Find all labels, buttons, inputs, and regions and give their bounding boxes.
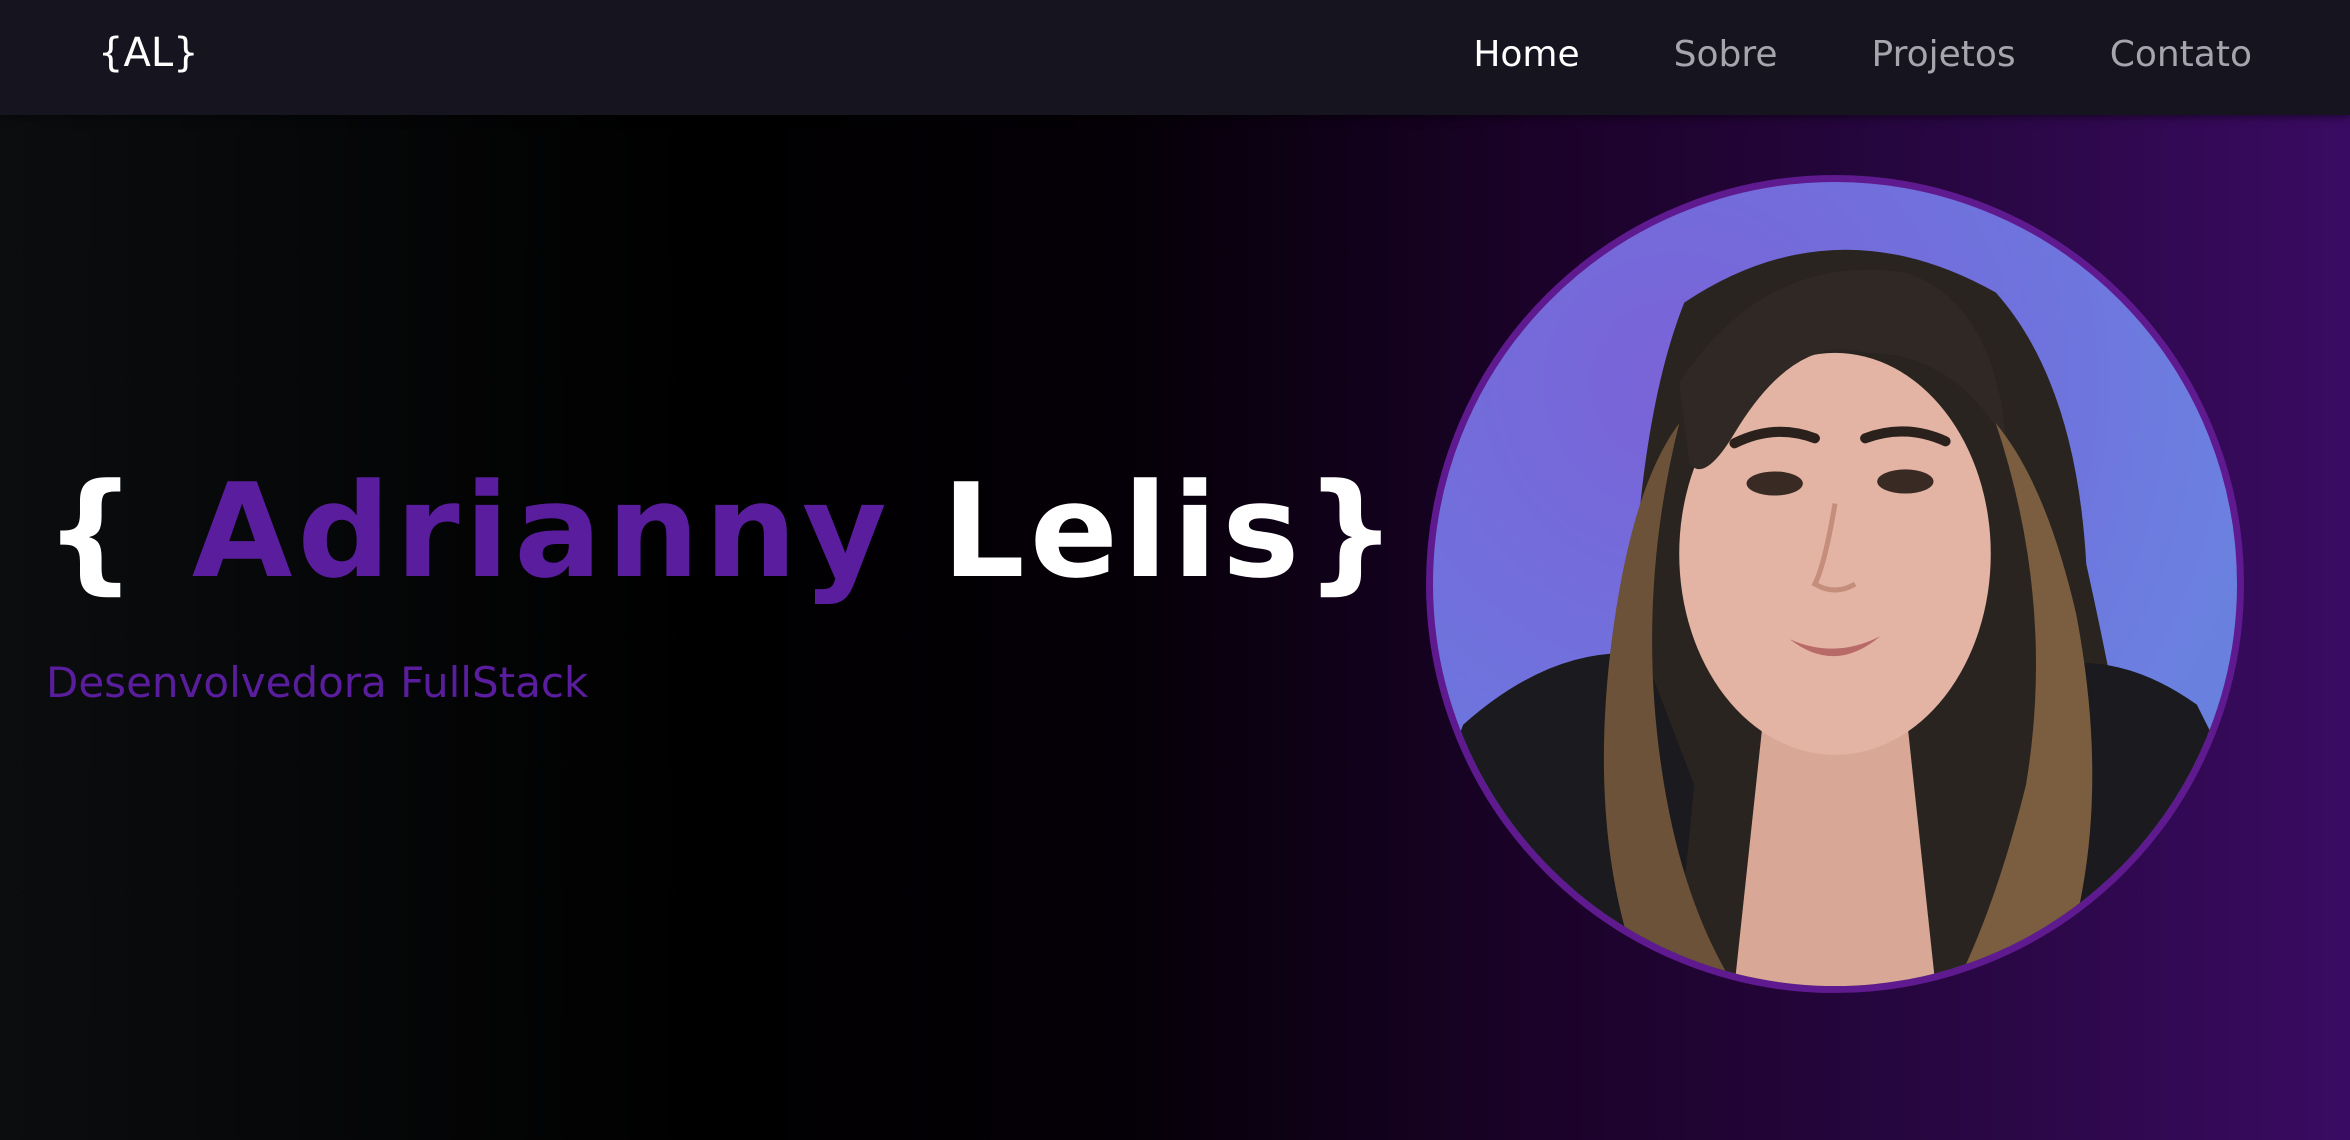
nav-link-projetos[interactable]: Projetos [1872,34,2016,75]
nav-menu: Home Sobre Projetos Contato [1379,34,2252,75]
nav-link-sobre[interactable]: Sobre [1674,34,1778,75]
hero-subtitle: Desenvolvedora FullStack [46,658,589,707]
title-last-name: Lelis [891,455,1305,607]
title-first-name: Adrianny [191,455,892,607]
nav-link-contato[interactable]: Contato [2110,34,2252,75]
profile-photo-illustration [1433,249,2237,986]
logo[interactable]: {AL} [98,30,199,76]
hero-title: { Adrianny Lelis} [44,460,1402,603]
nav-link-home[interactable]: Home [1473,34,1579,75]
title-close-brace: } [1304,455,1403,607]
eye-left [1746,471,1803,496]
profile-photo [1426,175,2244,993]
title-open-brace: { [44,455,192,607]
navbar: {AL} Home Sobre Projetos Contato [0,0,2350,115]
eye-right [1877,469,1934,494]
